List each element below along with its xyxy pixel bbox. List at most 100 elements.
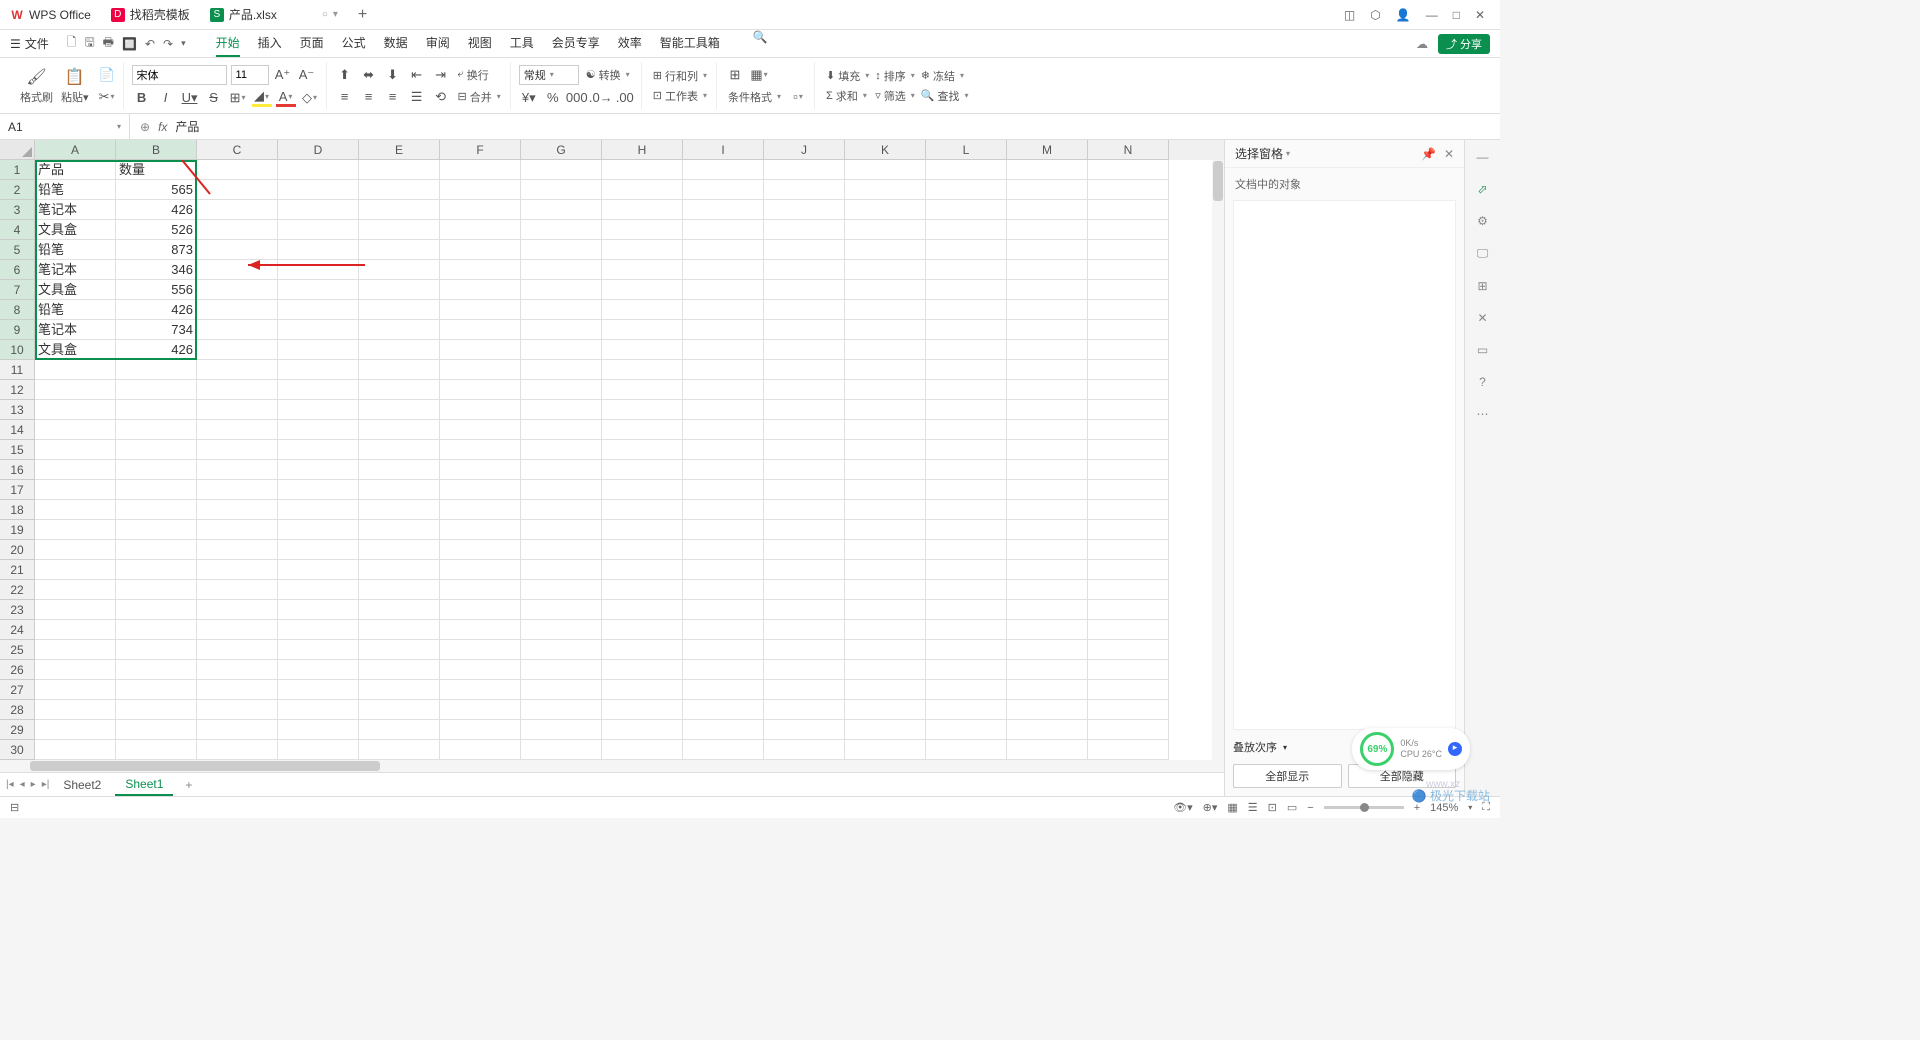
cell[interactable] xyxy=(1007,360,1088,380)
vertical-scrollbar[interactable] xyxy=(1212,160,1224,760)
wrap-text-button[interactable]: ⤶换行 xyxy=(455,67,497,83)
cell[interactable] xyxy=(359,620,440,640)
cell[interactable] xyxy=(197,200,278,220)
cell[interactable] xyxy=(1007,700,1088,720)
cell[interactable] xyxy=(1088,540,1169,560)
row-head[interactable]: 23 xyxy=(0,600,35,620)
cell[interactable] xyxy=(602,260,683,280)
settings-tool-icon[interactable]: ⚙ xyxy=(1477,214,1488,228)
cell[interactable] xyxy=(359,540,440,560)
cell[interactable] xyxy=(1007,560,1088,580)
cell[interactable] xyxy=(1088,360,1169,380)
cell[interactable] xyxy=(1088,640,1169,660)
cell[interactable] xyxy=(521,380,602,400)
cell[interactable] xyxy=(1088,580,1169,600)
thousands-icon[interactable]: 000 xyxy=(567,89,587,107)
pin-icon[interactable]: 📌 xyxy=(1421,147,1436,161)
cell[interactable] xyxy=(683,520,764,540)
cell[interactable] xyxy=(1007,220,1088,240)
cell[interactable] xyxy=(197,260,278,280)
cell[interactable] xyxy=(359,640,440,660)
cell[interactable] xyxy=(845,260,926,280)
cell[interactable] xyxy=(197,360,278,380)
cell[interactable] xyxy=(278,240,359,260)
cell[interactable] xyxy=(845,240,926,260)
table-style-icon[interactable]: ⊞ xyxy=(725,66,745,84)
currency-icon[interactable]: ¥▾ xyxy=(519,89,539,107)
cell[interactable] xyxy=(116,400,197,420)
row-head[interactable]: 1 xyxy=(0,160,35,180)
cell[interactable] xyxy=(521,400,602,420)
cell[interactable] xyxy=(926,500,1007,520)
cell[interactable] xyxy=(764,260,845,280)
cell[interactable] xyxy=(602,500,683,520)
cell[interactable] xyxy=(845,680,926,700)
cell[interactable] xyxy=(926,480,1007,500)
cell[interactable] xyxy=(845,340,926,360)
collapse-icon[interactable]: — xyxy=(1477,150,1489,164)
cell[interactable] xyxy=(116,600,197,620)
tab-formula[interactable]: 公式 xyxy=(342,30,366,57)
cell[interactable] xyxy=(440,640,521,660)
col-head-I[interactable]: I xyxy=(683,140,764,160)
cell[interactable] xyxy=(278,460,359,480)
cell[interactable] xyxy=(1088,480,1169,500)
pane-title[interactable]: 选择窗格 xyxy=(1235,145,1290,162)
view-fullscreen-icon[interactable]: ▭ xyxy=(1287,801,1297,814)
cell[interactable] xyxy=(35,400,116,420)
cell[interactable] xyxy=(521,320,602,340)
align-middle-icon[interactable]: ⬌ xyxy=(359,66,379,84)
cell[interactable] xyxy=(197,580,278,600)
cell[interactable] xyxy=(683,220,764,240)
cell[interactable] xyxy=(764,480,845,500)
cell[interactable] xyxy=(1007,300,1088,320)
tab-tools[interactable]: 工具 xyxy=(510,30,534,57)
cell[interactable] xyxy=(683,600,764,620)
cell[interactable] xyxy=(764,400,845,420)
cell[interactable] xyxy=(845,460,926,480)
cell[interactable] xyxy=(197,600,278,620)
cell[interactable] xyxy=(197,460,278,480)
italic-button[interactable]: I xyxy=(156,89,176,107)
cell[interactable] xyxy=(1088,180,1169,200)
cell[interactable] xyxy=(1088,380,1169,400)
cell[interactable] xyxy=(602,380,683,400)
col-head-C[interactable]: C xyxy=(197,140,278,160)
decrease-decimal-icon[interactable]: .00 xyxy=(615,89,635,107)
menu-icon[interactable]: ⊟ xyxy=(10,801,19,814)
cell[interactable]: 346 xyxy=(116,260,197,280)
cell[interactable] xyxy=(1007,740,1088,760)
cell[interactable] xyxy=(1007,240,1088,260)
col-head-D[interactable]: D xyxy=(278,140,359,160)
format-painter-button[interactable]: 🖌格式刷 xyxy=(16,67,57,105)
cell[interactable] xyxy=(764,280,845,300)
cell[interactable] xyxy=(1007,420,1088,440)
tab-document[interactable]: S 产品.xlsx ○ ▾ xyxy=(200,0,348,29)
cell[interactable] xyxy=(440,200,521,220)
grid-body[interactable]: 1产品数量2铅笔5653笔记本4264文具盒5265铅笔8736笔记本3467文… xyxy=(0,160,1224,760)
cell[interactable] xyxy=(1007,400,1088,420)
new-tab-button[interactable]: + xyxy=(348,6,377,24)
strikethrough-button[interactable]: S xyxy=(204,89,224,107)
cell[interactable] xyxy=(197,720,278,740)
cell[interactable] xyxy=(764,300,845,320)
cell[interactable] xyxy=(764,320,845,340)
cell[interactable] xyxy=(359,240,440,260)
cell[interactable] xyxy=(683,460,764,480)
cell[interactable] xyxy=(926,620,1007,640)
cell[interactable] xyxy=(602,400,683,420)
cell[interactable]: 426 xyxy=(116,300,197,320)
cell[interactable] xyxy=(197,240,278,260)
cell[interactable] xyxy=(521,520,602,540)
cell[interactable] xyxy=(602,420,683,440)
cell[interactable] xyxy=(845,620,926,640)
row-head[interactable]: 17 xyxy=(0,480,35,500)
cell[interactable] xyxy=(926,600,1007,620)
cell[interactable] xyxy=(1007,280,1088,300)
cell[interactable] xyxy=(926,160,1007,180)
row-head[interactable]: 20 xyxy=(0,540,35,560)
cell[interactable] xyxy=(440,340,521,360)
cell[interactable] xyxy=(1088,320,1169,340)
row-head[interactable]: 24 xyxy=(0,620,35,640)
cell[interactable] xyxy=(359,360,440,380)
